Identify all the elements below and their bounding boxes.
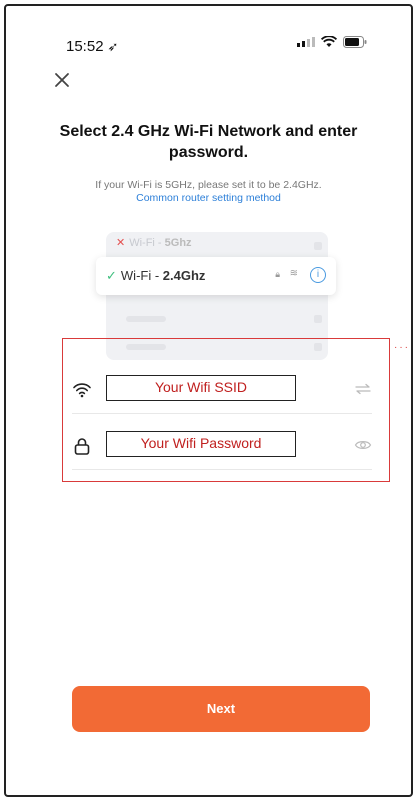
wifi-icon	[72, 380, 92, 400]
password-input[interactable]: Your Wifi Password	[106, 431, 296, 457]
wifi-status-icon	[321, 36, 337, 48]
switch-network-icon[interactable]	[354, 381, 372, 397]
wifi-small-icon: ≋	[289, 268, 298, 279]
page-title: Select 2.4 GHz Wi-Fi Network and enter p…	[59, 123, 358, 161]
lock-small-icon: 🔒︎	[275, 269, 280, 279]
field-divider	[72, 413, 372, 414]
status-time: 15:52 ➶	[66, 38, 118, 55]
close-icon	[55, 73, 69, 87]
eye-icon[interactable]	[354, 437, 372, 453]
ssid-field: Your Wifi SSID	[72, 375, 372, 414]
next-button[interactable]: Next	[72, 686, 370, 732]
lock-icon	[72, 436, 92, 456]
phone-frame: 15:52 ➶ Select 2.4 GHz Wi-Fi Network and …	[4, 4, 413, 797]
placeholder-bar	[126, 316, 166, 322]
router-setting-link[interactable]: Common router setting method	[36, 192, 381, 204]
placeholder-square	[314, 315, 322, 323]
status-bar: 15:52 ➶	[6, 6, 411, 66]
battery-icon	[343, 36, 367, 48]
location-arrow-icon: ➶	[107, 39, 119, 54]
cross-icon: ✕	[116, 237, 126, 249]
check-icon: ✓	[106, 268, 117, 283]
status-icons	[297, 36, 367, 48]
ssid-input[interactable]: Your Wifi SSID	[106, 375, 296, 401]
close-button[interactable]	[50, 68, 74, 92]
field-divider	[72, 469, 372, 470]
placeholder-square	[314, 242, 322, 250]
page-subtitle: If your Wi-Fi is 5GHz, please set it to …	[95, 179, 322, 191]
wifi-5ghz-row: ✕ Wi-Fi - 5Ghz	[116, 237, 192, 249]
info-icon: i	[310, 267, 326, 283]
signal-icon	[297, 37, 315, 47]
wifi-24ghz-card: ✓ Wi-Fi - 2.4Ghz 🔒︎ ≋ i	[96, 257, 336, 295]
annotation-leader-dots: ···	[394, 342, 410, 353]
password-field: Your Wifi Password	[72, 431, 372, 470]
time-label: 15:52	[66, 38, 104, 55]
